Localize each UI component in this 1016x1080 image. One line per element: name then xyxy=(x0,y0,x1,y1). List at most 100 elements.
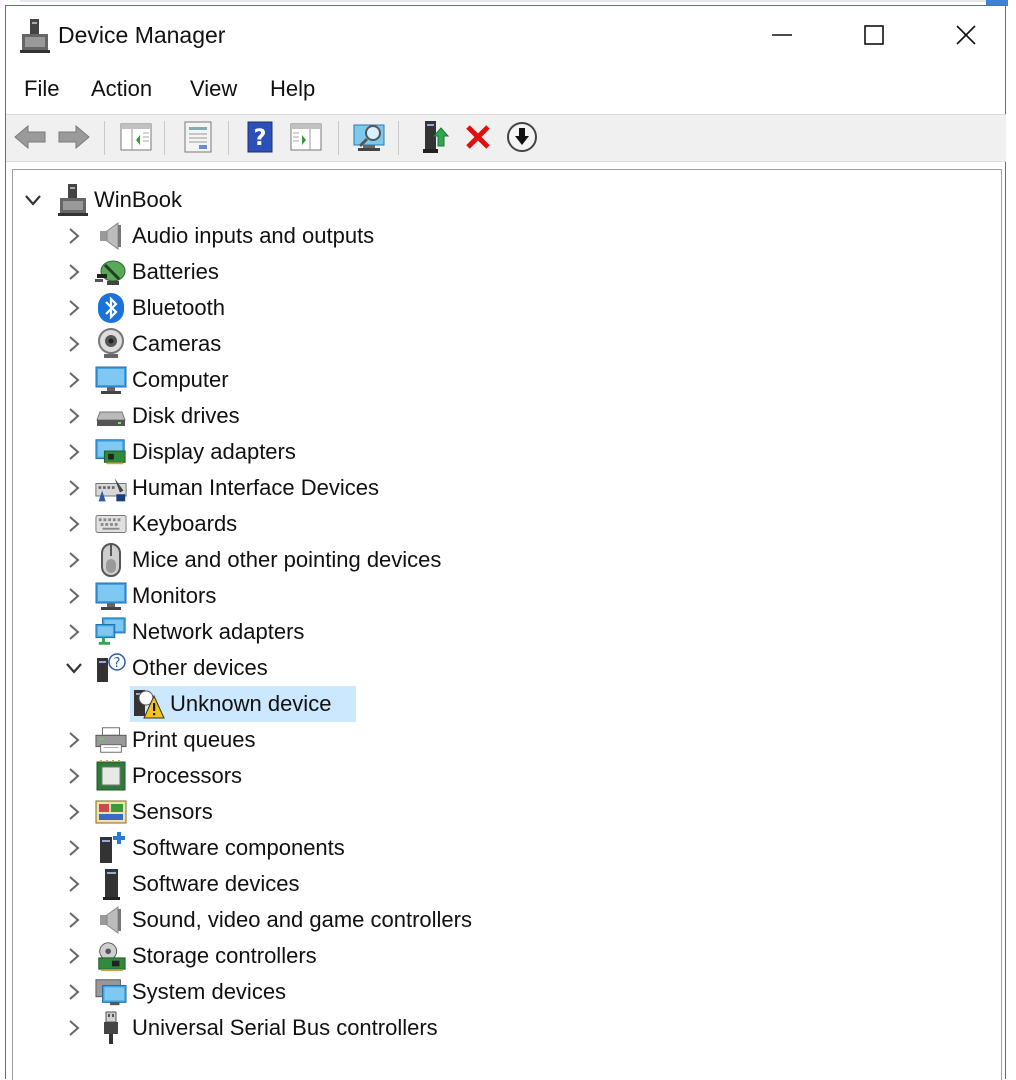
tree-category-item[interactable]: Batteries xyxy=(13,254,993,290)
uninstall-device-icon xyxy=(466,125,490,149)
chevron-right-icon xyxy=(69,804,80,820)
chevron-right-icon xyxy=(69,228,80,244)
expand-toggle[interactable] xyxy=(62,1016,86,1040)
monitor-icon xyxy=(95,364,127,396)
tree-category-item[interactable]: Bluetooth xyxy=(13,290,993,326)
chevron-right-icon xyxy=(69,1020,80,1036)
expand-toggle[interactable] xyxy=(62,440,86,464)
device-tree[interactable]: WinBook Audio inputs and outputs Batteries… xyxy=(12,169,1002,1080)
expand-toggle[interactable] xyxy=(62,764,86,788)
update-driver-button[interactable] xyxy=(416,119,452,155)
expand-toggle[interactable] xyxy=(62,800,86,824)
properties-button[interactable] xyxy=(180,119,216,155)
tree-category-item[interactable]: Human Interface Devices xyxy=(13,470,993,506)
software-device-icon xyxy=(95,868,127,900)
tree-item-label: Other devices xyxy=(132,655,268,680)
tree-category-item[interactable]: Software devices xyxy=(13,866,993,902)
expand-toggle[interactable] xyxy=(62,476,86,500)
mouse-icon xyxy=(95,543,127,577)
expand-toggle[interactable] xyxy=(62,368,86,392)
tree-item-label: Cameras xyxy=(132,331,222,356)
tree-category-item[interactable]: Software components xyxy=(13,830,993,866)
title-bar[interactable]: Device Manager xyxy=(6,6,1006,66)
toolbar-separator xyxy=(228,121,229,155)
tree-item-label: Processors xyxy=(132,763,243,788)
collapse-toggle[interactable] xyxy=(21,188,45,212)
chevron-right-icon xyxy=(69,300,80,316)
expand-toggle[interactable] xyxy=(62,260,86,284)
menu-view[interactable]: View xyxy=(190,76,237,102)
expand-toggle[interactable] xyxy=(62,584,86,608)
tree-item-label: Network adapters xyxy=(132,619,305,644)
toolbar-separator xyxy=(398,121,399,155)
tree-category-item[interactable]: System devices xyxy=(13,974,993,1010)
tree-category-item[interactable]: Network adapters xyxy=(13,614,993,650)
chevron-right-icon xyxy=(69,444,80,460)
tree-category-item[interactable]: Keyboards xyxy=(13,506,993,542)
back-button[interactable] xyxy=(12,119,48,155)
show-hide-console-tree-icon xyxy=(120,123,152,151)
expand-toggle[interactable] xyxy=(62,296,86,320)
help-icon: ? xyxy=(247,121,273,153)
bluetooth-icon xyxy=(95,292,127,324)
menu-file[interactable]: File xyxy=(24,76,59,102)
toolbar-separator xyxy=(104,121,105,155)
tree-item-label: Bluetooth xyxy=(132,295,225,320)
chevron-down-icon xyxy=(25,195,41,206)
maximize-button[interactable] xyxy=(828,6,920,64)
tree-root-item[interactable]: WinBook xyxy=(13,182,993,218)
speaker-icon xyxy=(95,904,127,936)
close-button[interactable] xyxy=(920,6,1012,64)
show-hide-console-tree-button[interactable] xyxy=(118,119,154,155)
tree-category-item[interactable]: Disk drives xyxy=(13,398,993,434)
tree-category-item[interactable]: Mice and other pointing devices xyxy=(13,542,993,578)
tree-category-item[interactable]: Display adapters xyxy=(13,434,993,470)
device-manager-app-icon xyxy=(20,19,50,53)
tree-category-item[interactable]: Storage controllers xyxy=(13,938,993,974)
expand-toggle[interactable] xyxy=(62,944,86,968)
minimize-button[interactable] xyxy=(736,6,828,64)
expand-toggle[interactable] xyxy=(62,224,86,248)
forward-button[interactable] xyxy=(56,119,92,155)
collapse-toggle[interactable] xyxy=(62,656,86,680)
expand-toggle[interactable] xyxy=(62,980,86,1004)
expand-toggle[interactable] xyxy=(62,836,86,860)
menu-action[interactable]: Action xyxy=(91,76,152,102)
expand-toggle[interactable] xyxy=(62,872,86,896)
tree-category-item[interactable]: Sensors xyxy=(13,794,993,830)
tree-category-item[interactable]: Sound, video and game controllers xyxy=(13,902,993,938)
tree-item-label: System devices xyxy=(132,979,287,1004)
expand-toggle[interactable] xyxy=(62,404,86,428)
chevron-right-icon xyxy=(69,840,80,856)
chevron-right-icon xyxy=(69,624,80,640)
action-pane-button[interactable] xyxy=(288,119,324,155)
expand-toggle[interactable] xyxy=(62,332,86,356)
expand-toggle[interactable] xyxy=(62,908,86,932)
scan-hardware-button[interactable] xyxy=(352,119,388,155)
tree-item-label: Software devices xyxy=(132,871,300,896)
expand-toggle[interactable] xyxy=(62,620,86,644)
unknown-device-warning-icon xyxy=(133,688,165,720)
tree-category-item[interactable]: Audio inputs and outputs xyxy=(13,218,993,254)
expand-toggle[interactable] xyxy=(62,548,86,572)
tree-category-item[interactable]: Monitors xyxy=(13,578,993,614)
tree-category-item[interactable]: Processors xyxy=(13,758,993,794)
expand-toggle[interactable] xyxy=(62,728,86,752)
tree-category-item[interactable]: Print queues xyxy=(13,722,993,758)
sensor-icon xyxy=(95,796,127,828)
tree-category-item[interactable]: ? Other devices xyxy=(13,650,993,686)
expand-toggle[interactable] xyxy=(62,512,86,536)
menu-help[interactable]: Help xyxy=(270,76,315,102)
storage-controller-icon xyxy=(95,940,127,972)
tree-category-item[interactable]: Computer xyxy=(13,362,993,398)
uninstall-device-button[interactable] xyxy=(460,119,496,155)
tree-item-label: Keyboards xyxy=(132,511,238,536)
tree-item-label: WinBook xyxy=(94,187,183,212)
tree-category-item[interactable]: Cameras xyxy=(13,326,993,362)
help-button[interactable]: ? xyxy=(242,119,278,155)
display-adapter-icon xyxy=(95,436,127,468)
forward-arrow-icon xyxy=(58,124,90,150)
tree-category-item[interactable]: Universal Serial Bus controllers xyxy=(13,1010,993,1046)
disable-device-button[interactable] xyxy=(504,119,540,155)
tree-device-item[interactable]: Unknown device xyxy=(13,686,993,722)
